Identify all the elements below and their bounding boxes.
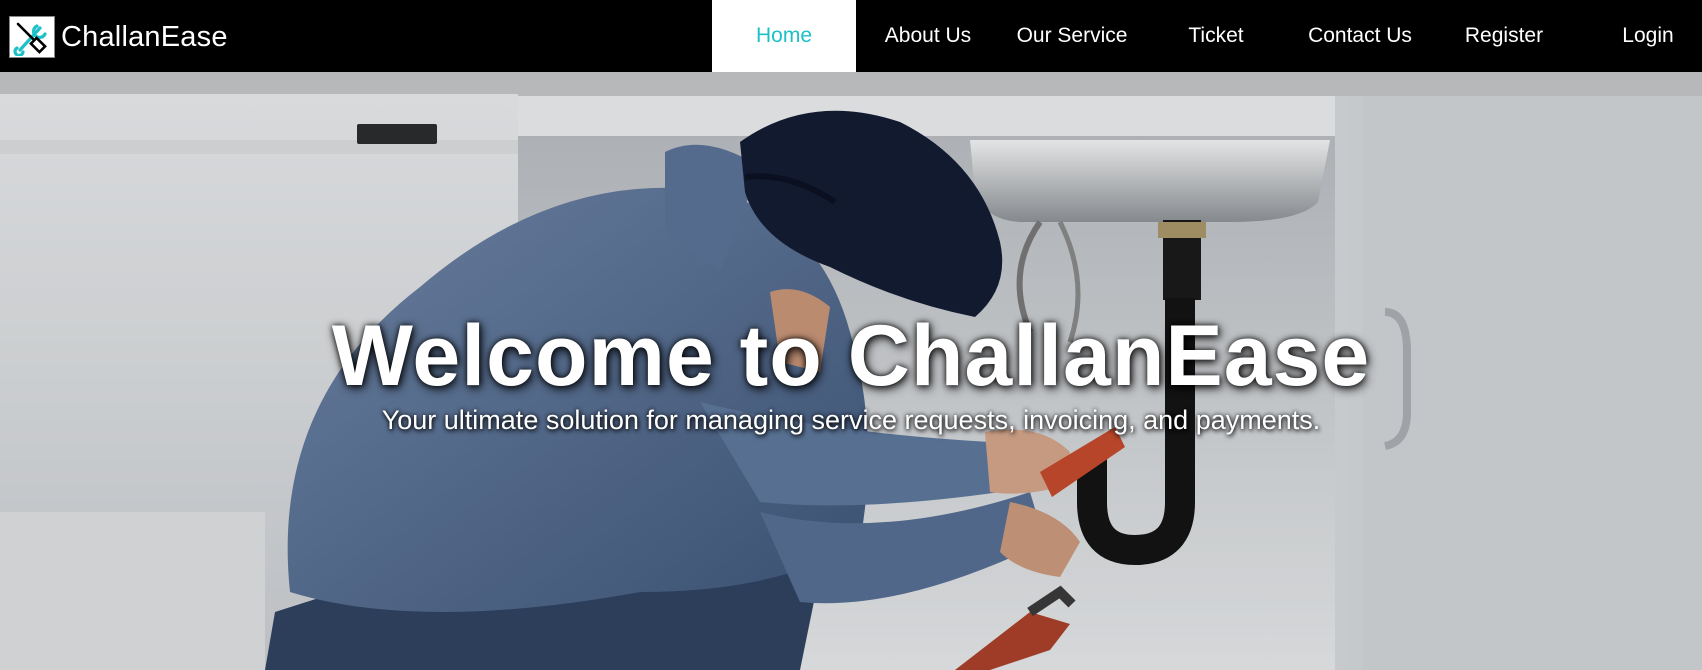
nav-login[interactable]: Login <box>1606 0 1690 72</box>
hero-section: Welcome to ChallanEase Your ultimate sol… <box>0 72 1702 670</box>
hero-title: Welcome to ChallanEase <box>331 308 1371 404</box>
brand[interactable]: ChallanEase <box>9 15 228 59</box>
nav-register[interactable]: Register <box>1452 0 1556 72</box>
hero-subtitle: Your ultimate solution for managing serv… <box>381 405 1321 435</box>
brand-name: ChallanEase <box>61 20 228 53</box>
nav-about-us[interactable]: About Us <box>870 0 986 72</box>
nav-ticket[interactable]: Ticket <box>1168 0 1264 72</box>
wrench-screwdriver-icon <box>9 16 55 58</box>
nav-home[interactable]: Home <box>712 0 856 72</box>
nav-our-service[interactable]: Our Service <box>1006 0 1138 72</box>
nav-contact-us[interactable]: Contact Us <box>1296 0 1424 72</box>
top-navbar: ChallanEase Home About Us Our Service Ti… <box>0 0 1702 72</box>
